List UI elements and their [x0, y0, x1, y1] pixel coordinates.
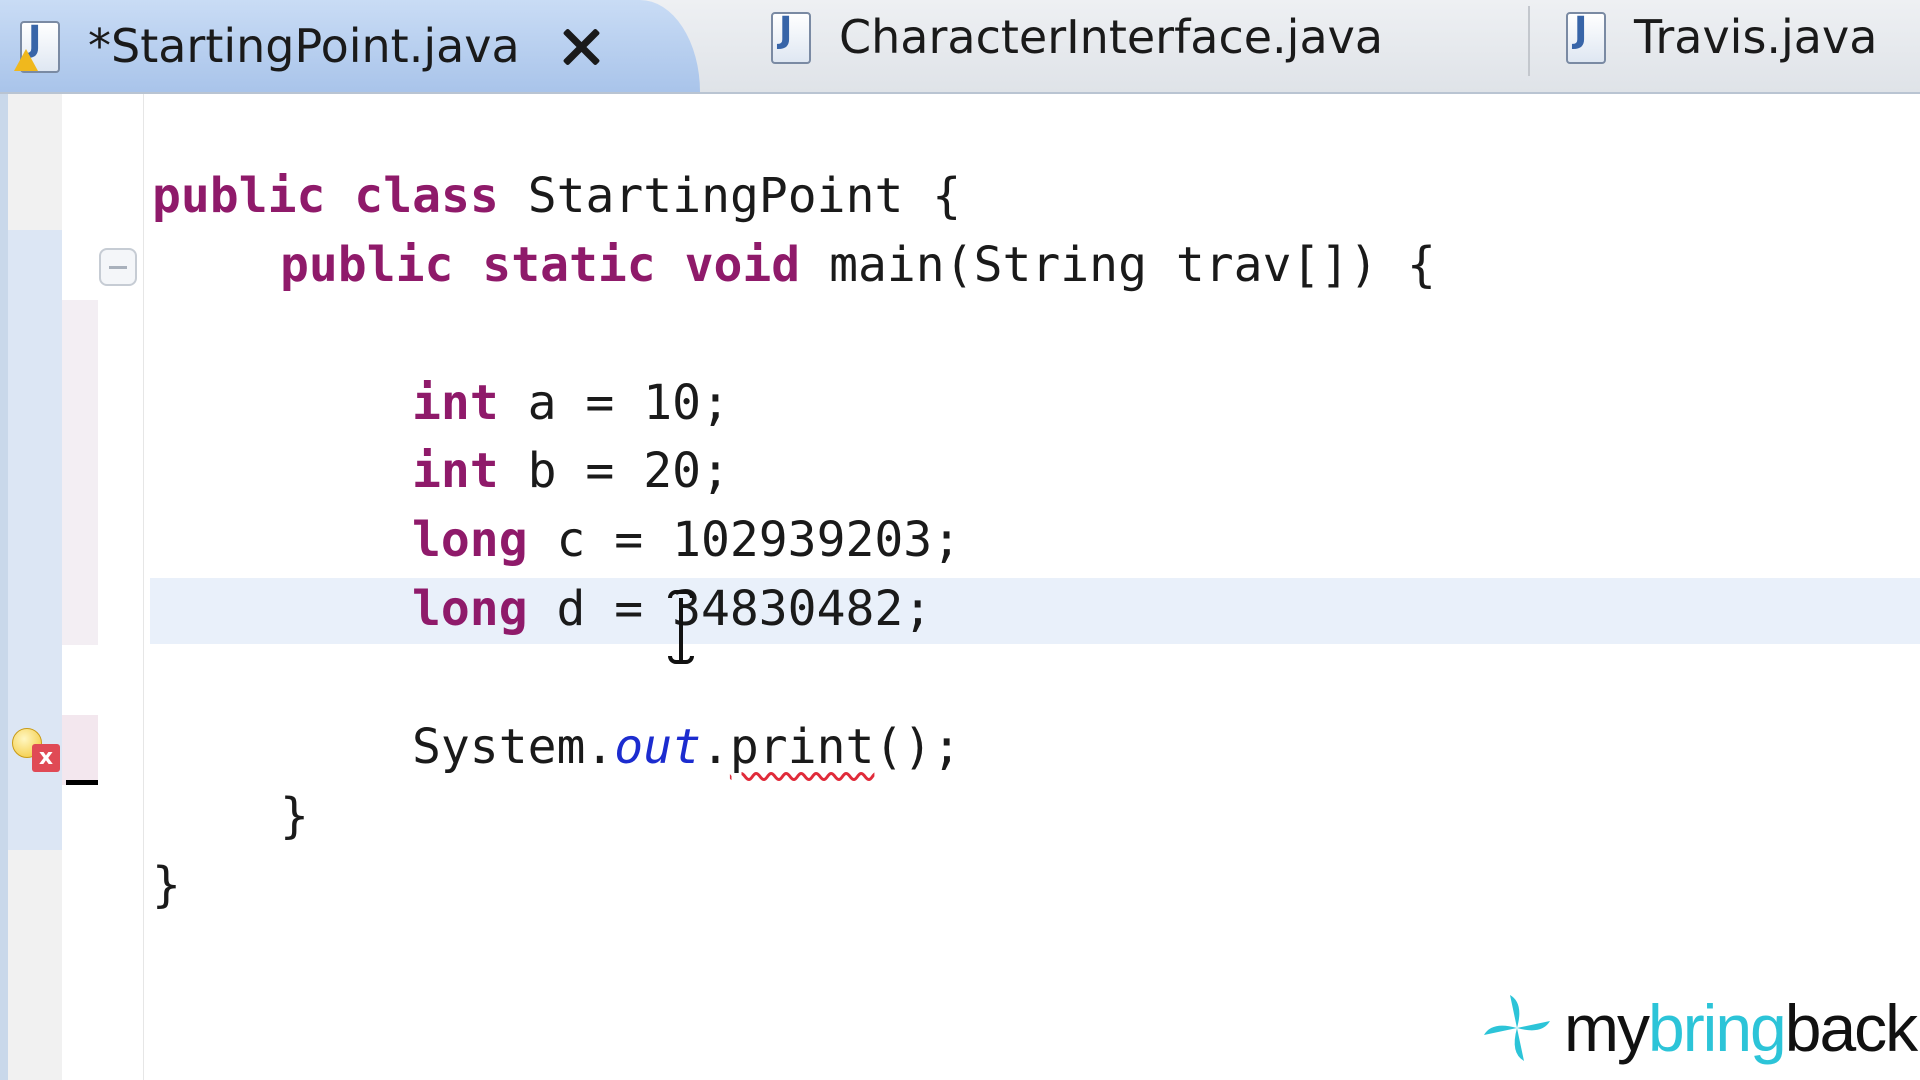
code-line-5: long c = 102939203;	[412, 512, 962, 568]
code-line-2: public static void main(String trav[]) {	[280, 237, 1436, 293]
text-caret-marker	[66, 780, 98, 785]
fold-collapse-icon[interactable]	[99, 248, 137, 286]
change-annotation-bar	[62, 715, 98, 785]
overview-ruler-strip	[0, 94, 8, 1080]
folding-divider	[143, 94, 144, 1080]
code-line-8: }	[280, 788, 309, 844]
code-line-3: int a = 10;	[412, 375, 730, 431]
mybringback-logo: my bring back	[1480, 990, 1918, 1066]
code-line-1: public class StartingPoint {	[152, 168, 962, 224]
code-line-9: }	[152, 857, 181, 913]
ibeam-cursor-icon	[666, 590, 696, 670]
pinwheel-logo-icon	[1484, 995, 1550, 1061]
code-line-4: int b = 20;	[412, 443, 730, 499]
code-line-7: System.out.print();	[412, 719, 962, 775]
java-file-warning-icon: J	[14, 19, 62, 73]
folding-column	[98, 94, 144, 1080]
code-editor[interactable]: public class StartingPoint { public stat…	[150, 0, 1910, 913]
error-icon: x	[32, 744, 60, 772]
error-squiggle: print	[729, 719, 875, 775]
quick-fix-error-icon[interactable]: x	[12, 728, 66, 782]
change-annotation-bar	[62, 300, 98, 645]
